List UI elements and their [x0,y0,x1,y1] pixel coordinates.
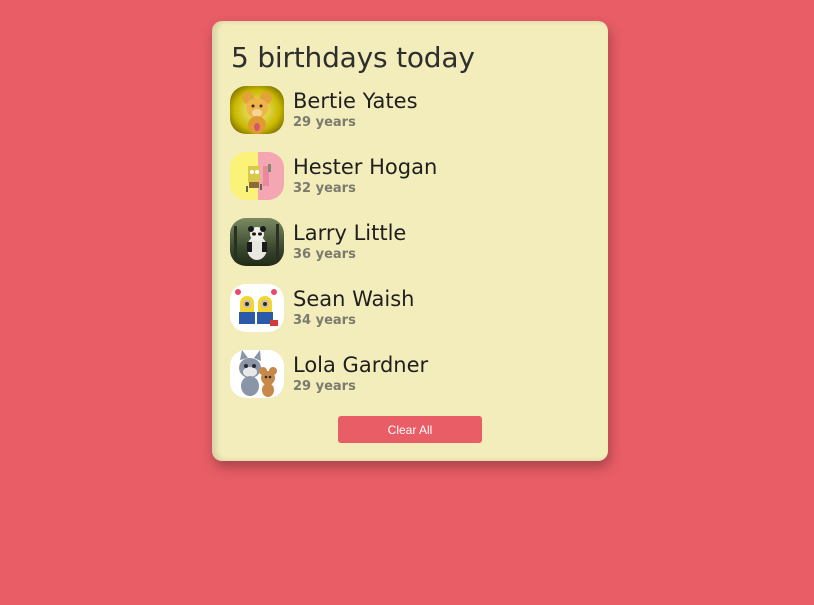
person-age: 29 years [293,115,356,130]
list-item: Bertie Yates 29 years [230,86,590,134]
list-item: Sean Waish 34 years [230,284,590,332]
list-item: Lola Gardner 29 years [230,350,590,398]
person-name: Hester Hogan [293,155,438,179]
birthday-card: 5 birthdays today Bertie Yates 29 years … [212,21,608,461]
person-name: Bertie Yates [293,89,418,113]
clear-all-button[interactable]: Clear All [338,416,482,443]
person-age: 34 years [293,313,356,328]
person-name: Sean Waish [293,287,415,311]
bear-cartoon-avatar [230,86,284,134]
sponge-cartoon-avatar [230,152,284,200]
cat-mouse-cartoon-avatar [230,350,284,398]
panda-cartoon-avatar [230,218,284,266]
page-title: 5 birthdays today [231,41,475,74]
person-age: 36 years [293,247,356,262]
birthday-list: Bertie Yates 29 years Hester Hogan 32 ye… [230,86,590,416]
list-item: Larry Little 36 years [230,218,590,266]
person-name: Larry Little [293,221,407,245]
person-age: 32 years [293,181,356,196]
minions-cartoon-avatar [230,284,284,332]
person-age: 29 years [293,379,356,394]
person-name: Lola Gardner [293,353,429,377]
list-item: Hester Hogan 32 years [230,152,590,200]
